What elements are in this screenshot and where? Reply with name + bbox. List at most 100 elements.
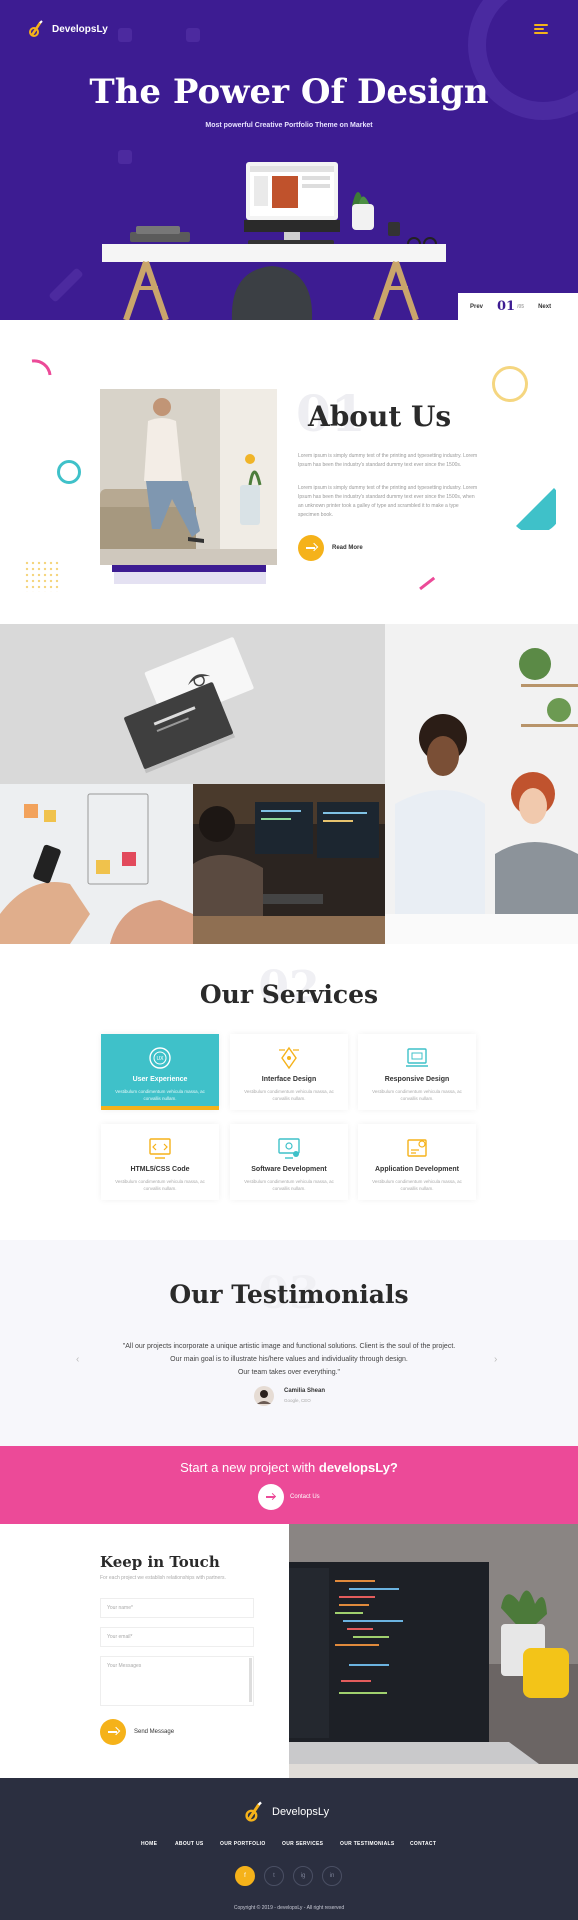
gallery-team-image[interactable]: [385, 624, 578, 944]
service-title: Interface Design: [261, 1076, 317, 1083]
contact-us-button[interactable]: [258, 1484, 284, 1510]
cta-text: Start a new project with developsLy?: [0, 1460, 578, 1475]
code-icon: [149, 1138, 171, 1159]
send-message-button[interactable]: [100, 1719, 126, 1745]
decor-circle: [492, 366, 528, 402]
pen-tool-icon: [279, 1046, 299, 1070]
page: DevelopsLy The Power Of Design Most powe…: [0, 0, 578, 1920]
footer: DevelopsLy HOME ABOUT US OUR PORTFOLIO O…: [0, 1778, 578, 1920]
about-photo-woman: [100, 389, 277, 565]
cta-text-prefix: Start a new project with: [180, 1460, 319, 1475]
testimonial-prev-icon[interactable]: ‹: [76, 1354, 79, 1365]
slider-prev-button[interactable]: Prev: [470, 304, 483, 310]
ux-icon: UX: [149, 1047, 171, 1069]
author-avatar: [254, 1386, 274, 1406]
read-more-label[interactable]: Read More: [332, 545, 363, 551]
gallery-developer-image[interactable]: [193, 784, 385, 944]
footer-nav-testimonials[interactable]: OUR TESTIMONIALS: [340, 1841, 395, 1847]
message-field[interactable]: Your Messages: [100, 1656, 254, 1706]
decor-line: [419, 576, 435, 590]
slider-next-button[interactable]: Next: [538, 304, 551, 310]
contact-title: Keep in Touch: [100, 1553, 220, 1571]
decor-circle: [57, 460, 81, 484]
testimonial-quote: "All our projects incorporate a unique a…: [100, 1340, 478, 1379]
testimonial-next-icon[interactable]: ›: [494, 1354, 497, 1365]
gallery-business-cards-image[interactable]: [0, 624, 385, 784]
monitor-gear-icon: [278, 1138, 300, 1159]
email-field[interactable]: Your email*: [100, 1627, 254, 1647]
footer-nav-contact[interactable]: CONTACT: [410, 1841, 436, 1847]
service-desc: Vestibulum condimentum vehicula massa, a…: [115, 1179, 205, 1191]
contact-subtitle: For each project we establish relationsh…: [100, 1575, 226, 1581]
service-title: Responsive Design: [384, 1076, 450, 1083]
service-desc: Vestibulum condimentum vehicula massa, a…: [244, 1089, 334, 1101]
hero-decor-bar: [48, 267, 84, 303]
author-name: Camilia Shean: [284, 1388, 326, 1394]
logo-icon: [245, 1801, 262, 1822]
about-paragraph-2: Lorem ipsum is simply dummy text of the …: [298, 485, 478, 518]
instagram-icon[interactable]: ig: [293, 1866, 313, 1886]
contact-us-label[interactable]: Contact Us: [290, 1494, 320, 1500]
quote-line: "All our projects incorporate a unique a…: [122, 1343, 456, 1350]
service-desc: Vestibulum condimentum vehicula massa, a…: [372, 1179, 462, 1191]
hero-title: The Power Of Design: [89, 72, 489, 112]
service-title: HTML5/CSS Code: [130, 1166, 190, 1173]
send-message-label[interactable]: Send Message: [134, 1729, 174, 1735]
svg-text:UX: UX: [156, 1056, 164, 1062]
twitter-icon[interactable]: t: [264, 1866, 284, 1886]
read-more-button[interactable]: [298, 535, 324, 561]
about-paragraph-1: Lorem ipsum is simply dummy text of the …: [298, 453, 478, 468]
footer-nav-about[interactable]: ABOUT US: [175, 1841, 204, 1847]
logo-icon: [29, 20, 43, 37]
devices-icon: [406, 1048, 428, 1067]
footer-nav-services[interactable]: OUR SERVICES: [282, 1841, 323, 1847]
slider-total-number: /05: [517, 303, 525, 310]
footer-nav-portfolio[interactable]: OUR PORTFOLIO: [220, 1841, 266, 1847]
quote-line: Our main goal is to illustrate his/here …: [170, 1356, 408, 1363]
slider-current-number: 01: [497, 299, 516, 314]
decor-half-circle: [516, 488, 556, 530]
service-title: Application Development: [374, 1166, 459, 1173]
service-card-ux[interactable]: UX User Experience Vestibulum condimentu…: [101, 1034, 219, 1110]
services-title: Our Services: [199, 980, 379, 1009]
footer-logo[interactable]: DevelopsLy: [244, 1800, 329, 1824]
decor-dots: [24, 560, 60, 592]
author-role: Google, CEO: [284, 1398, 311, 1403]
slider-nav: Prev 01 /05 Next: [458, 293, 578, 320]
quote-line: Our team takes over everything.": [237, 1369, 341, 1376]
service-card-interface[interactable]: Interface Design Vestibulum condimentum …: [230, 1034, 348, 1110]
cta-section: Start a new project with developsLy? Con…: [0, 1446, 578, 1524]
service-card-responsive[interactable]: Responsive Design Vestibulum condimentum…: [358, 1034, 476, 1110]
message-scrollbar[interactable]: [249, 1658, 252, 1702]
footer-logo-text: DevelopsLy: [272, 1806, 330, 1818]
copyright-text: Copyright © 2019 - developsLy - All righ…: [233, 1905, 345, 1911]
hero-section: DevelopsLy The Power Of Design Most powe…: [0, 0, 578, 320]
footer-nav-home[interactable]: HOME: [141, 1841, 157, 1847]
hero-decor-square: [186, 28, 200, 42]
testimonials-section: 03 Our Testimonials ‹ › "All our project…: [0, 1240, 578, 1446]
gallery-wireframe-image[interactable]: [0, 784, 193, 944]
service-desc: Vestibulum condimentum vehicula massa, a…: [115, 1089, 205, 1101]
linkedin-icon[interactable]: in: [322, 1866, 342, 1886]
testimonials-title: Our Testimonials: [169, 1280, 409, 1309]
service-title: Software Development: [251, 1166, 327, 1173]
service-desc: Vestibulum condimentum vehicula massa, a…: [372, 1089, 462, 1101]
service-title: User Experience: [132, 1076, 188, 1083]
hero-decor-square: [118, 28, 132, 42]
app-dev-icon: [407, 1139, 427, 1157]
service-card-app[interactable]: Application Development Vestibulum condi…: [358, 1124, 476, 1200]
cta-text-brand: developsLy?: [318, 1460, 398, 1475]
contact-laptop-image: [289, 1524, 578, 1778]
desk-workspace-image: [102, 162, 446, 320]
logo[interactable]: DevelopsLy: [28, 19, 108, 39]
logo-text: DevelopsLy: [52, 23, 108, 35]
hero-subtitle: Most powerful Creative Portfolio Theme o…: [205, 122, 373, 129]
service-desc: Vestibulum condimentum vehicula massa, a…: [244, 1179, 334, 1191]
about-title: About Us: [308, 400, 452, 433]
service-card-software[interactable]: Software Development Vestibulum condimen…: [230, 1124, 348, 1200]
name-field[interactable]: Your name*: [100, 1598, 254, 1618]
facebook-icon[interactable]: f: [235, 1866, 255, 1886]
service-card-html[interactable]: HTML5/CSS Code Vestibulum condimentum ve…: [101, 1124, 219, 1200]
hamburger-menu-icon[interactable]: [534, 24, 548, 34]
decor-arc: [31, 359, 52, 376]
